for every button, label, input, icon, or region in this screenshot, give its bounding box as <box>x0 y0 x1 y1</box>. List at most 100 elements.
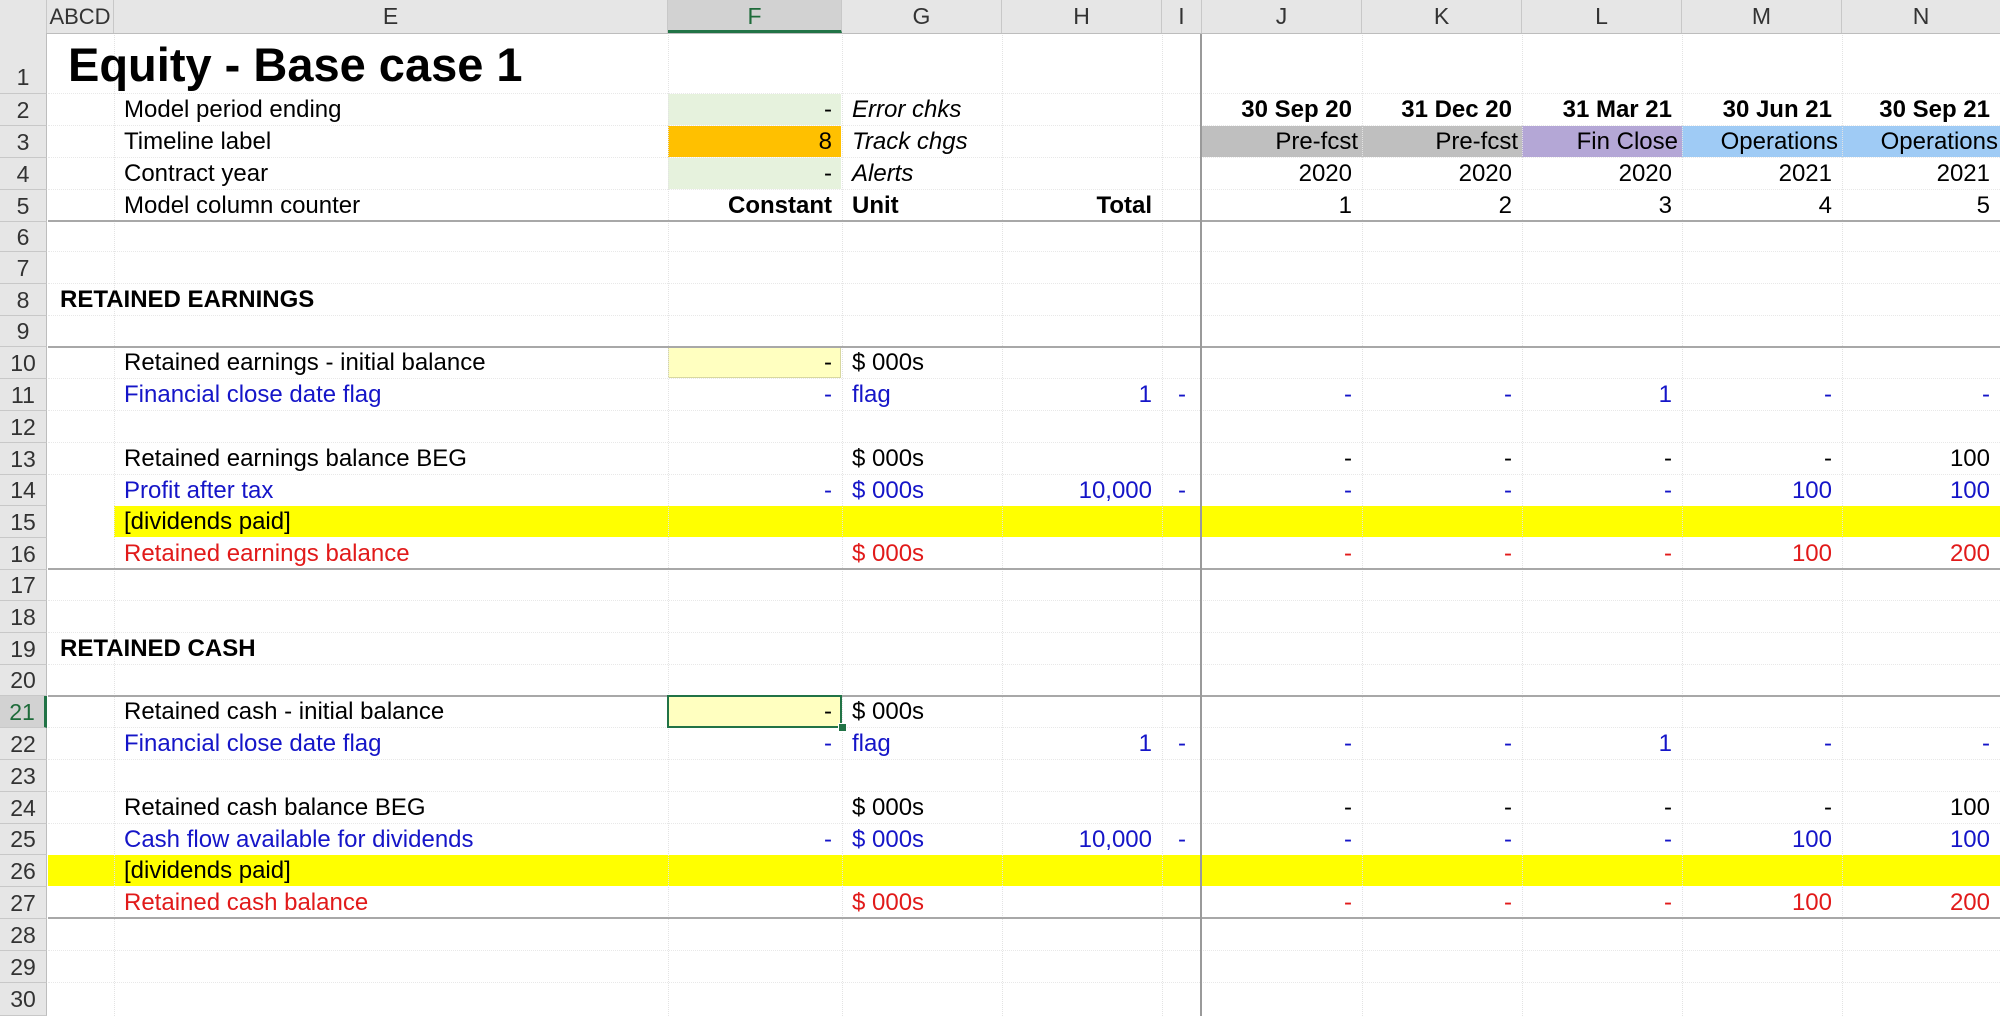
model-period-ending-value[interactable]: - <box>668 94 842 125</box>
re-beg-value[interactable]: - <box>1682 443 1842 474</box>
re-balance-value[interactable]: 100 <box>1682 538 1842 569</box>
column-header-j[interactable]: J <box>1202 0 1362 33</box>
re-profit-value[interactable]: 100 <box>1842 475 2000 506</box>
column-header-g[interactable]: G <box>842 0 1002 33</box>
re-flag-value[interactable]: - <box>1682 379 1842 410</box>
re-beg-value[interactable]: - <box>1522 443 1682 474</box>
re-flag-value[interactable]: 1 <box>1522 379 1682 410</box>
re-initial-balance-input[interactable]: - <box>668 347 842 378</box>
column-header-i[interactable]: I <box>1162 0 1202 33</box>
re-flag-constant[interactable]: - <box>668 379 842 410</box>
column-header-m[interactable]: M <box>1682 0 1842 33</box>
rc-cashflow-value[interactable]: 100 <box>1842 824 2000 855</box>
row-header-27[interactable]: 27 <box>0 887 47 919</box>
re-profit-value[interactable]: - <box>1362 475 1522 506</box>
row-header-23[interactable]: 23 <box>0 760 47 792</box>
column-header-k[interactable]: K <box>1362 0 1522 33</box>
row-header-20[interactable]: 20 <box>0 665 47 696</box>
re-dividends-label[interactable]: [dividends paid] <box>114 506 664 537</box>
select-all-corner[interactable] <box>0 0 47 33</box>
rc-flag-value[interactable]: 1 <box>1522 728 1682 759</box>
row-header-11[interactable]: 11 <box>0 379 47 411</box>
rc-flag-constant[interactable]: - <box>668 728 842 759</box>
row-header-24[interactable]: 24 <box>0 792 47 824</box>
row-header-17[interactable]: 17 <box>0 570 47 601</box>
active-cell-selection[interactable] <box>667 695 842 728</box>
row-header-8[interactable]: 8 <box>0 284 47 316</box>
rc-flag-value[interactable]: - <box>1362 728 1522 759</box>
re-flag-value[interactable]: - <box>1202 379 1362 410</box>
column-header-f[interactable]: F <box>668 0 842 33</box>
row-header-26[interactable]: 26 <box>0 855 47 887</box>
rc-balance-value[interactable]: 100 <box>1682 887 1842 918</box>
row-header-5[interactable]: 5 <box>0 190 47 222</box>
column-header-l[interactable]: L <box>1522 0 1682 33</box>
re-profit-constant[interactable]: - <box>668 475 842 506</box>
rc-flag-col-i[interactable]: - <box>1162 728 1202 759</box>
rc-beg-value[interactable]: - <box>1202 792 1362 823</box>
timeline-label-value[interactable]: 8 <box>668 126 842 157</box>
rc-flag-total[interactable]: 1 <box>1002 728 1162 759</box>
rc-cashflow-total[interactable]: 10,000 <box>1002 824 1162 855</box>
re-balance-value[interactable]: - <box>1362 538 1522 569</box>
row-header-6[interactable]: 6 <box>0 222 47 252</box>
rc-beg-value[interactable]: 100 <box>1842 792 2000 823</box>
re-balance-value[interactable]: - <box>1522 538 1682 569</box>
row-header-28[interactable]: 28 <box>0 919 47 951</box>
re-flag-value[interactable]: - <box>1362 379 1522 410</box>
re-beg-value[interactable]: - <box>1202 443 1362 474</box>
re-flag-col-i[interactable]: - <box>1162 379 1202 410</box>
re-balance-value[interactable]: - <box>1202 538 1362 569</box>
row-header-14[interactable]: 14 <box>0 475 47 506</box>
rc-flag-value[interactable]: - <box>1202 728 1362 759</box>
rc-cashflow-col-i[interactable]: - <box>1162 824 1202 855</box>
rc-beg-value[interactable]: - <box>1362 792 1522 823</box>
rc-balance-value[interactable]: - <box>1362 887 1522 918</box>
spreadsheet-grid[interactable]: ABCD E F G H I J K L M N 1 2 3 4 5 6 7 8… <box>0 0 2000 1016</box>
row-header-10[interactable]: 10 <box>0 347 47 379</box>
row-header-1[interactable]: 1 <box>0 33 47 94</box>
rc-beg-value[interactable]: - <box>1682 792 1842 823</box>
column-header-h[interactable]: H <box>1002 0 1162 33</box>
re-profit-col-i[interactable]: - <box>1162 475 1202 506</box>
column-header-n[interactable]: N <box>1842 0 2000 33</box>
re-balance-value[interactable]: 200 <box>1842 538 2000 569</box>
re-flag-total[interactable]: 1 <box>1002 379 1162 410</box>
rc-balance-value[interactable]: - <box>1202 887 1362 918</box>
column-header-abcd[interactable]: ABCD <box>47 0 114 33</box>
re-profit-value[interactable]: - <box>1202 475 1362 506</box>
row-header-2[interactable]: 2 <box>0 94 47 126</box>
row-header-15[interactable]: 15 <box>0 506 47 538</box>
row-header-30[interactable]: 30 <box>0 983 47 1016</box>
row-header-13[interactable]: 13 <box>0 443 47 475</box>
rc-cashflow-value[interactable]: - <box>1522 824 1682 855</box>
rc-balance-value[interactable]: - <box>1522 887 1682 918</box>
row-header-25[interactable]: 25 <box>0 824 47 855</box>
re-profit-value[interactable]: - <box>1522 475 1682 506</box>
rc-cashflow-constant[interactable]: - <box>668 824 842 855</box>
row-header-7[interactable]: 7 <box>0 252 47 284</box>
row-header-4[interactable]: 4 <box>0 158 47 190</box>
rc-cashflow-value[interactable]: - <box>1202 824 1362 855</box>
rc-flag-value[interactable]: - <box>1682 728 1842 759</box>
re-profit-value[interactable]: 100 <box>1682 475 1842 506</box>
re-beg-value[interactable]: 100 <box>1842 443 2000 474</box>
row-header-29[interactable]: 29 <box>0 951 47 983</box>
re-profit-total[interactable]: 10,000 <box>1002 475 1162 506</box>
rc-dividends-label[interactable]: [dividends paid] <box>114 855 664 886</box>
re-flag-value[interactable]: - <box>1842 379 2000 410</box>
row-header-9[interactable]: 9 <box>0 316 47 347</box>
row-header-16[interactable]: 16 <box>0 538 47 570</box>
row-header-12[interactable]: 12 <box>0 411 47 443</box>
row-header-19[interactable]: 19 <box>0 633 47 665</box>
row-header-22[interactable]: 22 <box>0 728 47 760</box>
row-header-3[interactable]: 3 <box>0 126 47 158</box>
re-beg-value[interactable]: - <box>1362 443 1522 474</box>
rc-cashflow-value[interactable]: 100 <box>1682 824 1842 855</box>
rc-balance-value[interactable]: 200 <box>1842 887 2000 918</box>
column-header-e[interactable]: E <box>114 0 668 33</box>
row-header-21[interactable]: 21 <box>0 696 47 728</box>
row-header-18[interactable]: 18 <box>0 601 47 633</box>
contract-year-value[interactable]: - <box>668 158 842 189</box>
rc-flag-value[interactable]: - <box>1842 728 2000 759</box>
